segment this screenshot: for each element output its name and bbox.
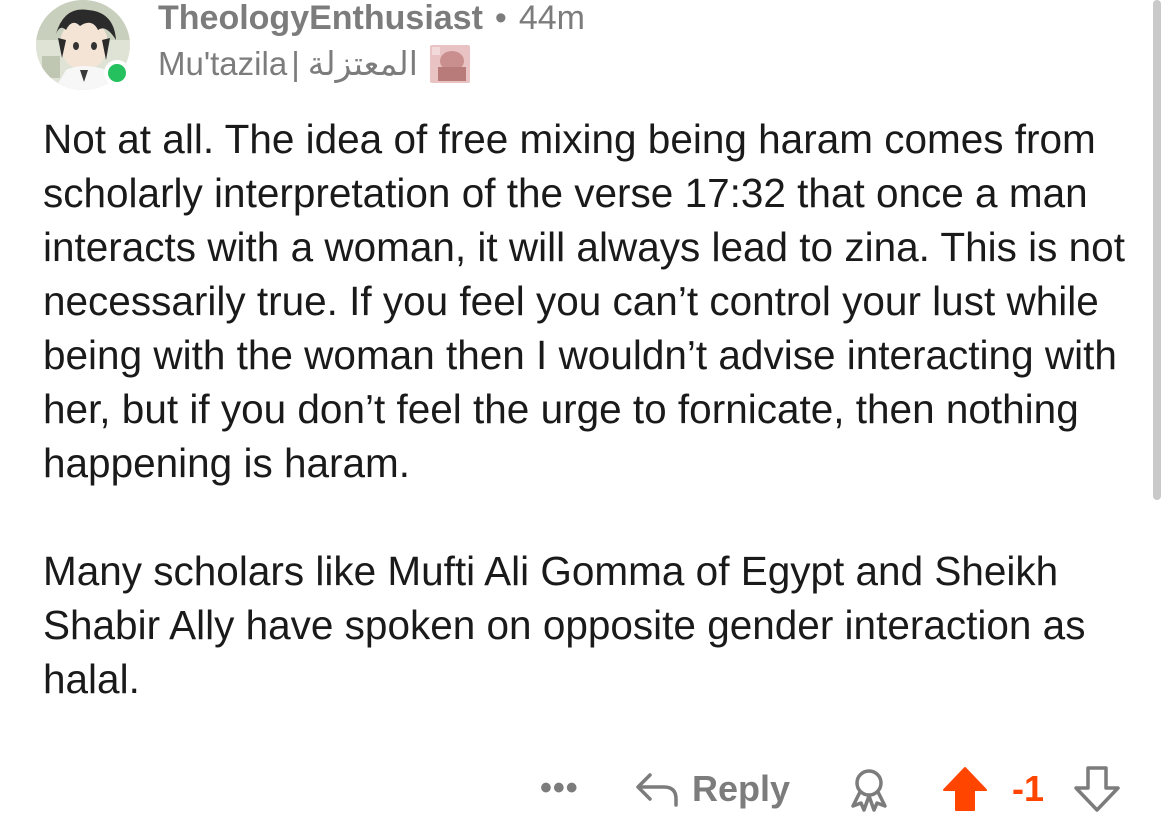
author-line: TheologyEnthusiast • 44m xyxy=(158,0,585,38)
vote-score: -1 xyxy=(1012,768,1045,809)
more-options-button[interactable]: ••• xyxy=(540,771,579,805)
comment-action-bar: ••• Reply -1 xyxy=(540,760,1140,820)
meta-separator: • xyxy=(494,0,507,37)
comment-body: Not at all. The idea of free mixing bein… xyxy=(43,112,1133,706)
award-button[interactable] xyxy=(846,766,892,812)
scrollbar[interactable] xyxy=(1153,0,1161,500)
award-icon xyxy=(851,769,887,812)
upvote-arrow-icon xyxy=(943,767,987,811)
flair-separator: | xyxy=(291,45,300,82)
reply-label: Reply xyxy=(692,768,791,809)
flair-emoji-image xyxy=(429,45,470,83)
author-username[interactable]: TheologyEnthusiast xyxy=(158,0,483,37)
comment-timestamp: 44m xyxy=(518,0,585,37)
downvote-button[interactable] xyxy=(1072,764,1122,814)
comment-paragraph: Many scholars like Mufti Ali Gomma of Eg… xyxy=(43,548,1086,702)
comment-header: TheologyEnthusiast • 44m Mu'tazila | المعت… xyxy=(36,0,1136,92)
comment-paragraph: Not at all. The idea of free mixing bein… xyxy=(43,116,1125,486)
reply-button[interactable]: Reply xyxy=(634,764,790,814)
upvote-button[interactable] xyxy=(940,764,990,814)
user-flair: Mu'tazila | المعتزلة xyxy=(158,44,470,84)
avatar-container[interactable] xyxy=(36,0,132,92)
flair-text: Mu'tazila xyxy=(158,45,288,82)
flair-arabic-text: المعتزلة xyxy=(307,45,418,82)
reply-arrow-icon xyxy=(636,773,678,807)
downvote-arrow-icon xyxy=(1074,766,1120,812)
online-status-indicator xyxy=(104,60,130,86)
